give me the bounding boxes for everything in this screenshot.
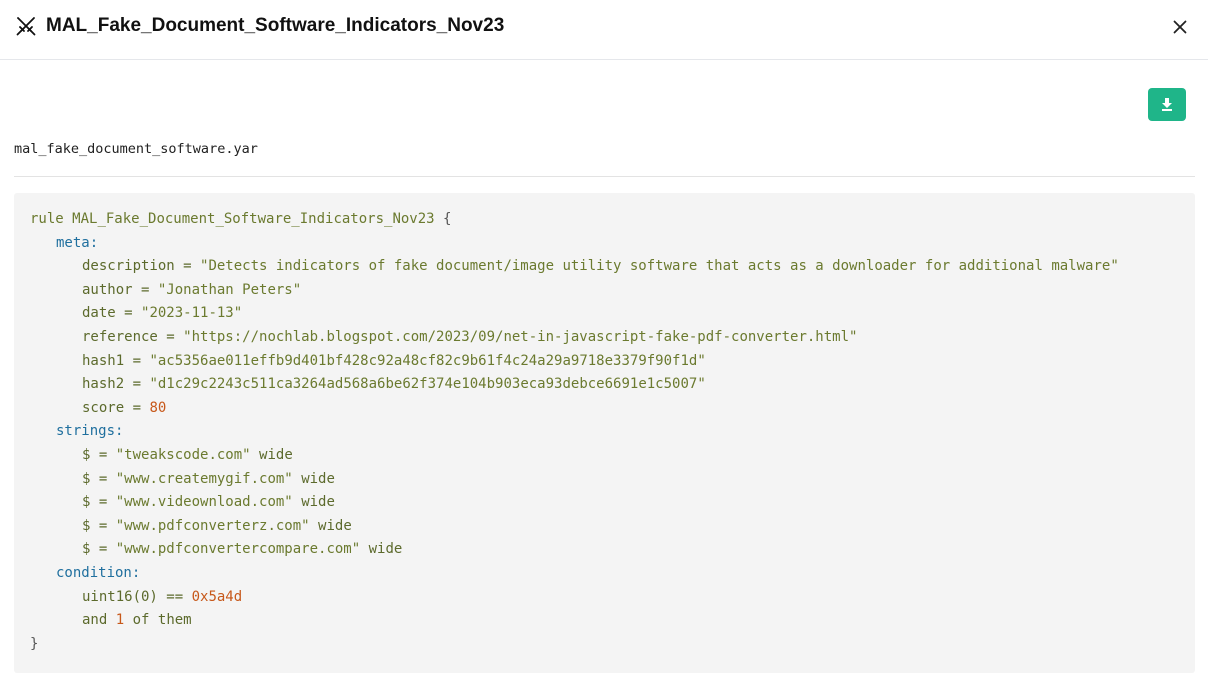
- close-brace-line: }: [14, 633, 1195, 657]
- open-brace: {: [443, 211, 452, 227]
- modal-title: MAL_Fake_Document_Software_Indicators_No…: [46, 15, 505, 36]
- meta-line: hash1 = "ac5356ae011effb9d401bf428c92a48…: [82, 352, 706, 369]
- rule-name: MAL_Fake_Document_Software_Indicators_No…: [72, 211, 435, 227]
- condition-line: uint16(0) == 0x5a4d: [82, 588, 243, 605]
- meta-line: description = "Detects indicators of fak…: [82, 258, 1119, 275]
- string-line: $ = "www.createmygif.com" wide: [82, 470, 335, 487]
- download-button[interactable]: [1148, 88, 1186, 121]
- meta-line: score = 80: [82, 399, 167, 416]
- string-line: $ = "www.videownload.com" wide: [82, 494, 335, 511]
- modal-header: MAL_Fake_Document_Software_Indicators_No…: [0, 0, 1208, 60]
- string-line: $ = "tweakscode.com" wide: [82, 446, 293, 463]
- rule-header-line: rule MAL_Fake_Document_Software_Indicato…: [14, 208, 1195, 232]
- divider: [14, 176, 1195, 177]
- meta-line: hash2 = "d1c29c2243c511ca3264ad568a6be62…: [82, 376, 706, 393]
- close-icon: [1173, 20, 1187, 34]
- condition-section-label: condition:: [56, 564, 141, 581]
- close-button[interactable]: [1168, 15, 1192, 39]
- code-block: rule MAL_Fake_Document_Software_Indicato…: [14, 193, 1195, 673]
- strings-section-label: strings:: [56, 423, 124, 440]
- rule-keyword: rule: [30, 211, 64, 227]
- meta-line: date = "2023-11-13": [82, 305, 243, 322]
- swords-icon: [15, 15, 37, 37]
- meta-section-label: meta:: [56, 234, 99, 251]
- string-line: $ = "www.pdfconverterz.com" wide: [82, 517, 352, 534]
- condition-line: and 1 of them: [82, 612, 192, 629]
- rule-detail-modal: MAL_Fake_Document_Software_Indicators_No…: [0, 0, 1208, 682]
- meta-line: author = "Jonathan Peters": [82, 281, 302, 298]
- meta-line: reference = "https://nochlab.blogspot.co…: [82, 328, 858, 345]
- string-line: $ = "www.pdfconvertercompare.com" wide: [82, 541, 403, 558]
- close-brace: }: [30, 635, 39, 652]
- file-name: mal_fake_document_software.yar: [14, 141, 258, 157]
- download-icon: [1162, 98, 1172, 111]
